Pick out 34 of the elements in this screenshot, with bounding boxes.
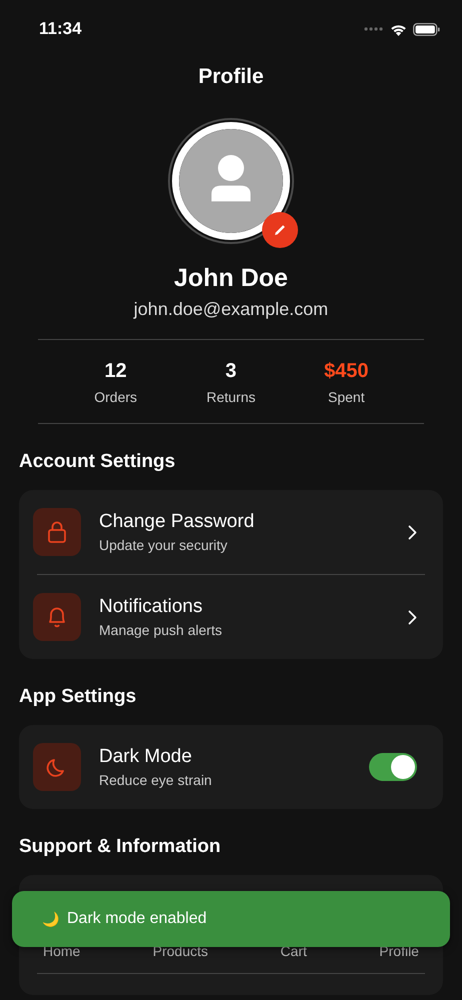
chevron-right-icon[interactable] — [408, 610, 417, 624]
chevron-right-icon[interactable] — [408, 524, 417, 540]
tab-bar-item[interactable]: Products — [152, 943, 208, 959]
section-title: App Settings — [19, 686, 136, 708]
setting-subtitle: Reduce eye strain — [99, 772, 213, 788]
tab-bar-item[interactable]: Cart — [280, 943, 307, 959]
signal-icon — [364, 26, 384, 32]
setting-title: Dark Mode — [99, 746, 193, 768]
page-title: Profile — [198, 65, 264, 89]
stat-value: 3 — [225, 360, 237, 383]
setting-subtitle: Update your security — [99, 537, 228, 553]
stat-value: 12 — [104, 360, 127, 383]
setting-title: Change Password — [99, 511, 256, 533]
section-title: Account Settings — [19, 451, 176, 473]
setting-title: Notifications — [99, 596, 204, 618]
status-time: 11:34 — [39, 19, 82, 39]
toggle-switch[interactable] — [369, 753, 417, 781]
lock-icon — [46, 520, 68, 544]
toast-message: Dark mode enabled — [67, 910, 207, 928]
stat-label: Orders — [94, 389, 138, 405]
stat-value: $450 — [324, 360, 369, 383]
wifi-icon — [390, 22, 407, 36]
stat-label: Spent — [328, 389, 365, 405]
stat-label: Returns — [206, 389, 256, 405]
pencil-icon — [273, 223, 287, 237]
user-name: John Doe — [174, 264, 288, 293]
edit-avatar-button[interactable] — [262, 212, 298, 248]
battery-icon — [413, 22, 440, 36]
setting-subtitle: Manage push alerts — [99, 622, 223, 638]
tab-bar-item[interactable]: Home — [43, 943, 80, 959]
toast-icon: 🌙 — [42, 911, 59, 927]
bell-icon — [46, 605, 68, 629]
section-title: Support & Information — [19, 836, 221, 858]
user-email: john.doe@example.com — [134, 299, 328, 320]
